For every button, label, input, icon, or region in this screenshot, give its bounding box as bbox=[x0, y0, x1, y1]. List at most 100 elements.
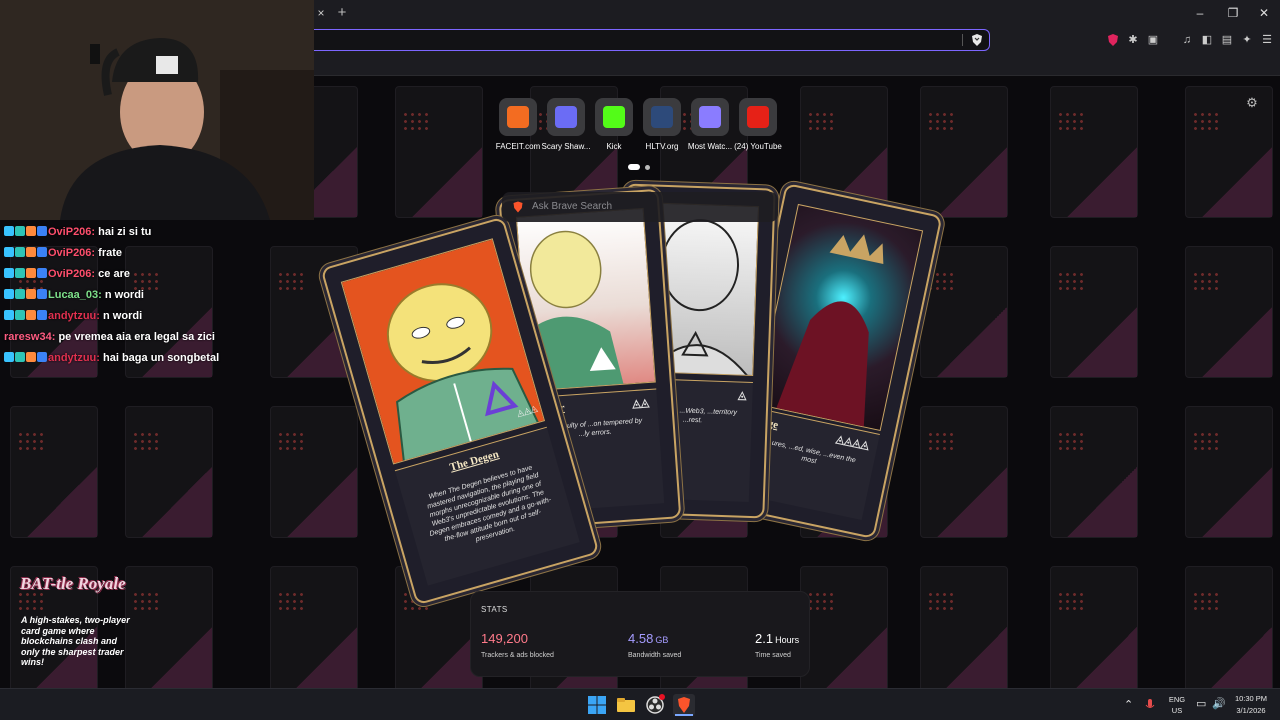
site-favicon-icon bbox=[507, 106, 529, 128]
tile-shape bbox=[937, 627, 1007, 688]
tray-overflow-icon[interactable]: ⌃ bbox=[1124, 698, 1133, 711]
background-card-tile bbox=[270, 406, 358, 538]
top-site-tile[interactable]: Most Watc... bbox=[688, 98, 732, 151]
search-placeholder: Ask Brave Search bbox=[532, 201, 613, 212]
toolbar: ✱ ▣ ♫ ◧ ▤ ✦ ☰ bbox=[314, 28, 1280, 52]
site-icon[interactable] bbox=[547, 98, 585, 136]
windows-start-icon[interactable] bbox=[586, 694, 608, 716]
pager-dot-active[interactable] bbox=[628, 164, 640, 170]
badge-icon bbox=[15, 226, 25, 236]
close-tab-icon[interactable]: × bbox=[314, 5, 328, 21]
tile-dots bbox=[927, 591, 955, 613]
taskbar: ⌃ ENG US ▭ 🔊 10:30 PM 3/1/2026 bbox=[0, 688, 1280, 720]
site-icon[interactable] bbox=[739, 98, 777, 136]
tile-shape bbox=[937, 147, 1007, 217]
chat-badges bbox=[4, 226, 48, 240]
toolbar-icons: ✱ ▣ ♫ ◧ ▤ ✦ ☰ bbox=[1106, 31, 1274, 49]
tile-shape bbox=[937, 467, 1007, 537]
sidebar-icon[interactable]: ◧ bbox=[1200, 33, 1214, 47]
tile-dots bbox=[1192, 431, 1220, 453]
tile-dots bbox=[1192, 271, 1220, 293]
top-sites-pager[interactable] bbox=[628, 164, 650, 170]
badge-icon bbox=[4, 289, 14, 299]
new-tab-button[interactable]: + bbox=[334, 3, 350, 23]
tile-dots bbox=[927, 271, 955, 293]
trackers-label: Trackers & ads blocked bbox=[481, 652, 554, 659]
tile-dots bbox=[277, 431, 305, 453]
chat-message: andytzuu: hai baga un songbetal bbox=[4, 351, 304, 372]
top-site-tile[interactable]: Kick bbox=[594, 98, 634, 151]
tile-shape bbox=[1202, 467, 1272, 537]
tile-dots bbox=[1057, 271, 1085, 293]
chat-badges bbox=[4, 289, 48, 303]
tile-dots bbox=[132, 431, 160, 453]
chat-username: OviP206: bbox=[48, 226, 96, 238]
site-favicon-icon bbox=[651, 106, 673, 128]
card-rank: ◬◬◬◬ bbox=[834, 433, 871, 452]
background-card-tile bbox=[395, 86, 483, 218]
time-value: 2.1 bbox=[755, 631, 774, 646]
extensions-icon[interactable]: ✱ bbox=[1126, 33, 1140, 47]
tile-shape bbox=[287, 467, 357, 537]
tile-dots bbox=[402, 111, 430, 133]
tile-shape bbox=[1067, 627, 1137, 688]
address-bar[interactable] bbox=[314, 29, 990, 51]
top-site-tile[interactable]: FACEIT.com bbox=[496, 98, 540, 151]
background-card-tile bbox=[125, 406, 213, 538]
tile-shape bbox=[1067, 147, 1137, 217]
file-explorer-icon[interactable] bbox=[615, 694, 637, 716]
close-window-button[interactable]: ✕ bbox=[1252, 4, 1276, 22]
tab-strip: × + – ❐ ✕ bbox=[314, 0, 1280, 28]
tile-dots bbox=[1057, 431, 1085, 453]
badge-icon bbox=[4, 226, 14, 236]
obs-icon[interactable] bbox=[644, 694, 666, 716]
microphone-icon[interactable] bbox=[1144, 698, 1156, 712]
minimize-button[interactable]: – bbox=[1188, 4, 1212, 22]
badge-icon bbox=[26, 289, 36, 299]
top-site-tile[interactable]: HLTV.org bbox=[642, 98, 682, 151]
badge-icon bbox=[37, 247, 47, 257]
language-indicator[interactable]: ENG bbox=[1166, 695, 1188, 704]
card-art-crowned bbox=[755, 203, 924, 432]
top-sites: FACEIT.com Scary Shaw... Kick HLTV.org Most … bbox=[496, 98, 782, 151]
clock-date[interactable]: 3/1/2026 bbox=[1230, 706, 1272, 715]
region-indicator[interactable]: US bbox=[1166, 706, 1188, 715]
tile-dots bbox=[807, 111, 835, 133]
brave-rewards-icon[interactable] bbox=[1106, 33, 1120, 47]
top-site-tile[interactable]: (24) YouTube bbox=[734, 98, 782, 151]
volume-icon[interactable]: 🔊 bbox=[1212, 697, 1226, 710]
site-icon[interactable] bbox=[595, 98, 633, 136]
search-box[interactable]: Ask Brave Search bbox=[502, 192, 778, 222]
brave-search-icon bbox=[513, 201, 523, 213]
trackers-value: 149,200 bbox=[481, 631, 528, 646]
clock-time[interactable]: 10:30 PM bbox=[1230, 694, 1272, 703]
crypto-wallet-icon[interactable]: ▤ bbox=[1220, 33, 1234, 47]
tile-shape bbox=[1202, 627, 1272, 688]
tile-shape bbox=[287, 627, 357, 688]
tile-dots bbox=[927, 431, 955, 453]
top-site-tile[interactable]: Scary Shaw... bbox=[542, 98, 590, 151]
chat-message: OviP206: hai zi si tu bbox=[4, 225, 304, 246]
site-icon[interactable] bbox=[643, 98, 681, 136]
site-icon[interactable] bbox=[691, 98, 729, 136]
background-card-tile bbox=[1050, 86, 1138, 218]
tile-dots bbox=[927, 111, 955, 133]
pager-dot[interactable] bbox=[645, 164, 650, 170]
site-icon[interactable] bbox=[499, 98, 537, 136]
badge-icon bbox=[26, 268, 36, 278]
settings-gear-icon[interactable]: ⚙ bbox=[1245, 96, 1259, 110]
chat-username: raresw34: bbox=[4, 331, 56, 343]
site-name[interactable]: (24) YouTube bbox=[726, 142, 790, 151]
menu-icon[interactable]: ☰ bbox=[1260, 33, 1274, 47]
restore-button[interactable]: ❐ bbox=[1221, 4, 1245, 22]
chat-username: OviP206: bbox=[48, 247, 96, 259]
brave-browser-icon[interactable] bbox=[673, 694, 695, 716]
brave-shields-icon[interactable] bbox=[970, 33, 984, 47]
media-icon[interactable]: ♫ bbox=[1180, 33, 1194, 47]
leo-ai-icon[interactable]: ✦ bbox=[1240, 33, 1254, 47]
wallet-icon[interactable]: ▣ bbox=[1146, 33, 1160, 47]
network-icon[interactable]: ▭ bbox=[1196, 697, 1206, 710]
tile-shape bbox=[817, 627, 887, 688]
tile-shape bbox=[27, 467, 97, 537]
